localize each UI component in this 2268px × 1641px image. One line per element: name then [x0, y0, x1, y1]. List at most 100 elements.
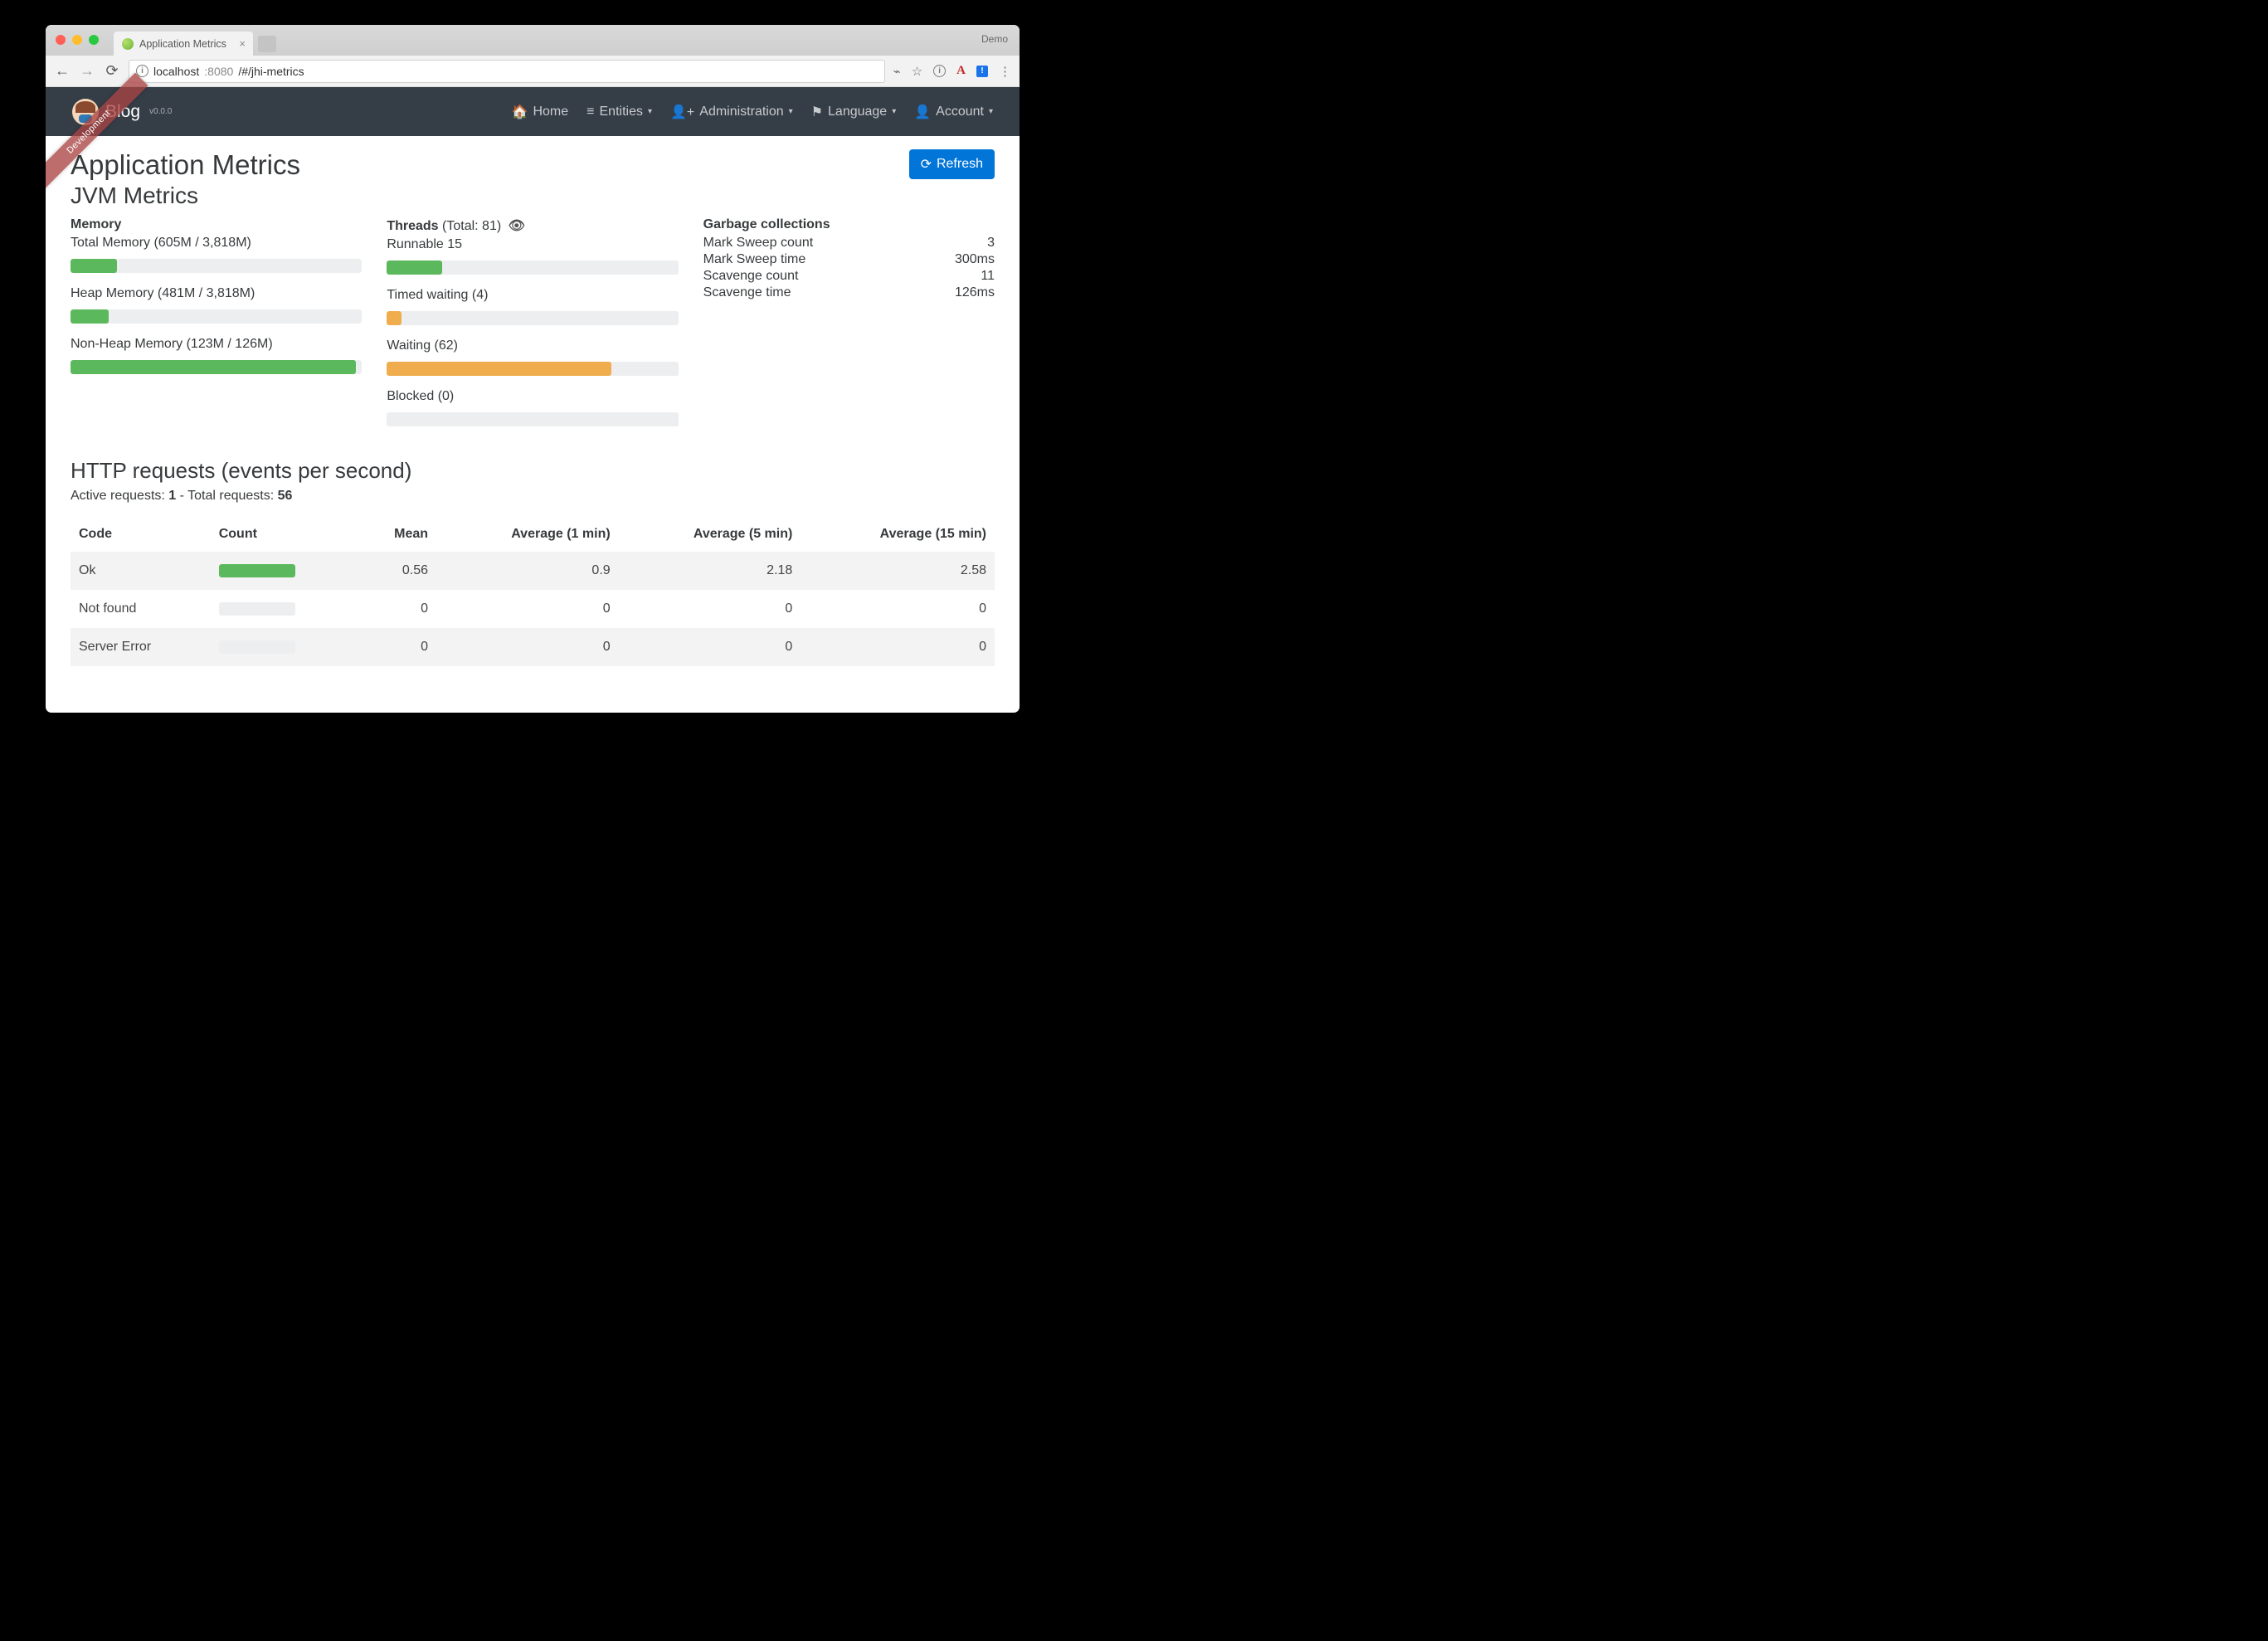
http-a5: 2.18	[619, 552, 801, 590]
gc-title: Garbage collections	[703, 217, 995, 232]
gc-label: Mark Sweep count	[703, 236, 814, 251]
gc-value: 3	[987, 236, 995, 251]
http-a5: 0	[619, 628, 801, 666]
memory-title: Memory	[71, 217, 362, 232]
http-a5: 0	[619, 590, 801, 628]
url-host: localhost	[153, 65, 199, 78]
app-navbar: Blog v0.0.0 🏠Home≡Entities▾👤+Administrat…	[46, 87, 1020, 136]
chrome-tab-bar: Application Metrics × Demo	[46, 25, 1020, 56]
gc-column: Garbage collections Mark Sweep count3Mar…	[703, 217, 995, 440]
window-maximize-button[interactable]	[89, 35, 99, 45]
gc-row: Scavenge time126ms	[703, 285, 995, 300]
http-header: Count	[211, 517, 357, 552]
memory-progress	[71, 360, 362, 374]
extension-b-icon[interactable]: !	[976, 66, 988, 77]
http-a1: 0	[436, 590, 619, 628]
http-table: CodeCountMeanAverage (1 min)Average (5 m…	[71, 517, 995, 666]
address-bar[interactable]: i localhost:8080/#/jhi-metrics	[129, 60, 885, 83]
gc-row: Scavenge count11	[703, 269, 995, 284]
jvm-title: JVM Metrics	[71, 183, 300, 209]
chevron-down-icon: ▾	[892, 107, 896, 116]
nav-items: 🏠Home ≡ Entities ▾ 👤+Administration▾ ⚑ Languag…	[512, 104, 993, 120]
key-icon[interactable]: ⌁	[893, 64, 901, 79]
progress-bar	[387, 311, 402, 325]
nav-item-entities[interactable]: ≡Entities▾	[586, 104, 652, 120]
http-a15: 2.58	[801, 552, 995, 590]
memory-progress	[71, 259, 362, 273]
chrome-menu-button[interactable]: ⋮	[999, 64, 1011, 79]
demo-badge: Demo	[981, 33, 1008, 45]
nav-item-administration[interactable]: 👤+Administration▾	[670, 104, 793, 120]
spring-favicon-icon	[122, 38, 134, 50]
http-mean: 0	[357, 628, 436, 666]
nav-item-home[interactable]: 🏠Home	[512, 104, 569, 120]
http-code: Not found	[71, 590, 211, 628]
tab-close-button[interactable]: ×	[239, 37, 246, 50]
memory-progress	[71, 309, 362, 324]
thread-label: Runnable 15	[387, 237, 678, 252]
http-header: Average (1 min)	[436, 517, 619, 552]
page-content: Application Metrics JVM Metrics ⟳ Refres…	[46, 136, 1020, 713]
nav-label: Entities	[600, 105, 643, 119]
memory-label: Total Memory (605M / 3,818M)	[71, 236, 362, 251]
gc-label: Scavenge time	[703, 285, 791, 300]
progress-bar	[71, 309, 109, 324]
threads-title: Threads (Total: 81) 👁	[387, 217, 678, 234]
eye-icon[interactable]: 👁	[509, 219, 525, 233]
http-code: Ok	[71, 552, 211, 590]
http-subtitle: Active requests: 1 - Total requests: 56	[71, 489, 995, 504]
list-icon: ≡	[586, 105, 594, 119]
table-row: Ok 0.56 0.9 2.18 2.58	[71, 552, 995, 590]
new-tab-button[interactable]	[258, 36, 276, 52]
extension-a-icon[interactable]: A	[956, 64, 966, 78]
progress-bar	[71, 360, 356, 374]
chevron-down-icon: ▾	[989, 107, 993, 116]
window-close-button[interactable]	[56, 35, 66, 45]
http-a1: 0.9	[436, 552, 619, 590]
window-minimize-button[interactable]	[72, 35, 82, 45]
thread-rows: Runnable 15 Timed waiting (4) Waiting (6…	[387, 237, 678, 426]
thread-progress	[387, 261, 678, 275]
flag-icon: ⚑	[811, 104, 823, 120]
thread-progress	[387, 412, 678, 426]
gc-row: Mark Sweep count 3	[703, 236, 995, 251]
gc-row: Mark Sweep time300ms	[703, 252, 995, 267]
memory-label: Heap Memory (481M / 3,818M)	[71, 286, 362, 301]
refresh-button[interactable]: ⟳ Refresh	[909, 149, 995, 179]
http-code: Server Error	[71, 628, 211, 666]
back-button[interactable]: ←	[54, 62, 71, 80]
thread-label: Waiting (62)	[387, 338, 678, 353]
memory-rows: Total Memory (605M / 3,818M) Heap Memory…	[71, 236, 362, 374]
thread-label: Blocked (0)	[387, 389, 678, 404]
nav-item-account[interactable]: 👤Account▾	[914, 104, 993, 120]
http-count	[211, 552, 357, 590]
browser-tab[interactable]: Application Metrics ×	[114, 32, 253, 56]
nav-label: Language	[828, 105, 887, 119]
gc-value: 11	[981, 269, 995, 284]
http-a15: 0	[801, 628, 995, 666]
http-mean: 0	[357, 590, 436, 628]
nav-label: Account	[936, 105, 984, 119]
gc-label: Mark Sweep time	[703, 252, 806, 267]
user-plus-icon: 👤+	[670, 104, 694, 120]
memory-column: Memory Total Memory (605M / 3,818M) Heap…	[71, 217, 362, 440]
bookmark-icon[interactable]: ☆	[912, 64, 922, 79]
threads-column: Threads (Total: 81) 👁 Runnable 15 Timed …	[387, 217, 678, 440]
nav-label: Home	[533, 105, 568, 119]
nav-item-language[interactable]: ⚑ Language ▾	[811, 104, 897, 120]
brand-version: v0.0.0	[149, 107, 172, 116]
http-header: Average (5 min)	[619, 517, 801, 552]
thread-progress	[387, 311, 678, 325]
refresh-label: Refresh	[937, 157, 983, 172]
forward-button[interactable]: →	[79, 62, 95, 80]
url-path: /#/jhi-metrics	[238, 65, 304, 78]
refresh-icon: ⟳	[921, 156, 932, 173]
page-info-icon[interactable]: i	[933, 65, 946, 77]
progress-bar	[71, 259, 117, 273]
url-port: :8080	[204, 65, 233, 78]
http-count	[211, 590, 357, 628]
reload-button[interactable]: ⟳	[104, 62, 120, 80]
thread-progress	[387, 362, 678, 376]
tab-title: Application Metrics	[139, 38, 226, 50]
table-row: Not found 0 0 0 0	[71, 590, 995, 628]
